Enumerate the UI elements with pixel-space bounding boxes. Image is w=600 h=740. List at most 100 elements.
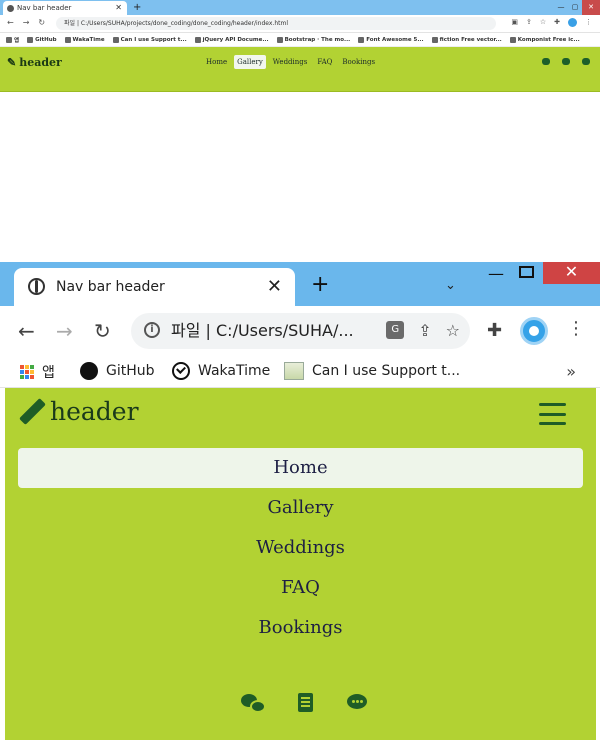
brand[interactable]: ✎ header — [7, 56, 62, 69]
tab-title: Nav bar header — [17, 4, 72, 12]
close-window-button[interactable]: ✕ — [582, 0, 600, 15]
brand[interactable]: header — [18, 397, 139, 426]
bookmark-item[interactable]: Font Awesome 5... — [358, 36, 424, 43]
caniuse-icon — [284, 362, 304, 380]
browser-tab[interactable]: Nav bar header ✕ — [14, 268, 295, 306]
bookmark-item[interactable]: fiction Free vector... — [431, 36, 502, 43]
comment-dots-icon[interactable] — [345, 692, 371, 714]
list-icon[interactable] — [562, 58, 570, 65]
globe-icon — [7, 5, 14, 12]
star-icon[interactable]: ☆ — [540, 18, 546, 27]
maximize-button[interactable] — [519, 266, 534, 278]
share-icon[interactable]: ⇪ — [418, 321, 431, 340]
minimize-button[interactable]: — — [488, 264, 504, 283]
bookmark-caniuse[interactable]: Can I use Support t... — [284, 362, 460, 380]
navbar-icons — [542, 58, 590, 65]
bookmark-item[interactable]: Bootstrap · The mo... — [276, 36, 350, 43]
new-tab-button[interactable]: + — [133, 0, 141, 15]
close-tab-icon[interactable]: ✕ — [267, 268, 282, 306]
nav-link-gallery[interactable]: Gallery — [234, 55, 266, 69]
translate-icon[interactable]: G — [386, 321, 405, 339]
omnibox-icons: G ⇪ ☆ — [386, 321, 460, 340]
pencil-icon — [18, 399, 44, 425]
nav-link-gallery[interactable]: Gallery — [18, 488, 583, 528]
extensions-icon[interactable]: ✚ — [487, 320, 502, 341]
tab-title: Nav bar header — [56, 279, 165, 295]
url-text[interactable]: 파일 | C:/Users/SUHA/... — [171, 313, 354, 349]
bookmark-item[interactable]: Can I use Support t... — [112, 36, 187, 43]
wide-browser-window: Nav bar header ✕ + — ▢ ✕ ← → ↻ 파일 | C:/U… — [0, 0, 600, 92]
nav-link-faq[interactable]: FAQ — [314, 55, 335, 69]
reload-icon[interactable]: ↻ — [38, 18, 45, 27]
bookmark-apps[interactable]: 앱 — [20, 362, 55, 382]
narrow-browser-window: Nav bar header ✕ + ⌄ — ✕ ← → ↻ i 파일 | C:… — [0, 262, 600, 740]
nav-link-bookings[interactable]: Bookings — [18, 608, 583, 648]
comments-icon[interactable] — [241, 692, 267, 714]
share-icon[interactable]: ⇪ — [526, 18, 532, 27]
new-tab-button[interactable]: + — [311, 272, 329, 297]
apps-grid-icon — [20, 365, 34, 379]
list-icon[interactable] — [293, 692, 319, 714]
bookmark-label: Can I use Support t... — [312, 363, 461, 379]
nav-link-faq[interactable]: FAQ — [18, 568, 583, 608]
toolbar-icons: ▣ ⇪ ☆ ✚ ⋮ — [511, 18, 592, 27]
nav-link-home[interactable]: Home — [18, 448, 583, 488]
tab-strip: Nav bar header ✕ + ⌄ — ✕ — [0, 262, 600, 306]
extensions-icon[interactable]: ✚ — [554, 18, 560, 27]
bookmark-item[interactable]: Komponist Free ic... — [509, 36, 580, 43]
nav-buttons: ← → ↻ — [7, 18, 45, 27]
bookmark-item[interactable]: 앱 — [6, 36, 19, 44]
tab-strip: Nav bar header ✕ + — ▢ ✕ — [0, 0, 600, 15]
nav-link-home[interactable]: Home — [203, 55, 230, 69]
nav-link-weddings[interactable]: Weddings — [270, 55, 311, 69]
url-field[interactable]: 파일 | C:/Users/SUHA/projects/done_coding/… — [56, 17, 496, 30]
bookmark-label: WakaTime — [198, 363, 271, 379]
bookmarks-bar: 앱 GitHub WakaTime Can I use Support t...… — [0, 356, 600, 388]
close-tab-icon[interactable]: ✕ — [115, 1, 122, 15]
site-navbar-wide: ✎ header Home Gallery Weddings FAQ Booki… — [0, 47, 600, 92]
info-icon[interactable]: i — [144, 322, 160, 338]
nav-links: Home Gallery Weddings FAQ Bookings — [203, 55, 378, 69]
bookmark-item[interactable]: WakaTime — [64, 36, 105, 43]
browser-tab[interactable]: Nav bar header ✕ — [3, 1, 127, 15]
forward-icon[interactable]: → — [56, 319, 73, 343]
translate-icon[interactable]: ▣ — [511, 18, 518, 27]
hamburger-icon[interactable] — [539, 403, 566, 425]
reload-icon[interactable]: ↻ — [94, 319, 111, 343]
bookmark-label: 앱 — [42, 365, 55, 381]
tab-search-icon[interactable]: ⌄ — [445, 278, 456, 293]
github-icon — [80, 362, 98, 380]
pencil-icon: ✎ — [7, 56, 17, 69]
brand-text: header — [50, 397, 139, 426]
bookmark-label: GitHub — [106, 363, 155, 379]
comment-dots-icon[interactable] — [582, 58, 590, 65]
forward-icon[interactable]: → — [23, 18, 30, 27]
bookmark-item[interactable]: jQuery API Docume... — [194, 36, 269, 43]
profile-avatar[interactable] — [568, 18, 577, 27]
bookmark-wakatime[interactable]: WakaTime — [172, 362, 270, 380]
maximize-button[interactable]: ▢ — [568, 0, 582, 15]
omnibox[interactable]: i 파일 | C:/Users/SUHA/... G ⇪ ☆ — [131, 313, 470, 349]
back-icon[interactable]: ← — [7, 18, 14, 27]
minimize-button[interactable]: — — [554, 0, 568, 15]
close-window-button[interactable]: ✕ — [543, 262, 600, 284]
profile-avatar[interactable] — [520, 317, 548, 345]
menu-icon[interactable]: ⋮ — [567, 318, 585, 339]
star-icon[interactable]: ☆ — [446, 321, 460, 340]
bookmark-github[interactable]: GitHub — [80, 362, 155, 380]
nav-link-bookings[interactable]: Bookings — [339, 55, 378, 69]
address-bar-row: ← → ↻ i 파일 | C:/Users/SUHA/... G ⇪ ☆ ✚ ⋮ — [0, 306, 600, 356]
more-bookmarks-icon[interactable]: » — [566, 362, 576, 381]
nav-link-weddings[interactable]: Weddings — [18, 528, 583, 568]
wakatime-icon — [172, 362, 190, 380]
bookmark-item[interactable]: GitHub — [27, 36, 57, 43]
comments-icon[interactable] — [542, 58, 550, 65]
back-icon[interactable]: ← — [18, 319, 35, 343]
address-bar-row: ← → ↻ 파일 | C:/Users/SUHA/projects/done_c… — [0, 15, 600, 33]
window-controls: — ▢ ✕ — [554, 0, 600, 15]
bookmarks-bar: 앱 GitHub WakaTime Can I use Support t...… — [0, 33, 600, 47]
nav-links: Home Gallery Weddings FAQ Bookings — [18, 448, 583, 648]
site-navbar-collapsed: header Home Gallery Weddings FAQ Booking… — [5, 388, 596, 740]
menu-icon[interactable]: ⋮ — [585, 18, 592, 27]
navbar-icons — [241, 692, 371, 714]
